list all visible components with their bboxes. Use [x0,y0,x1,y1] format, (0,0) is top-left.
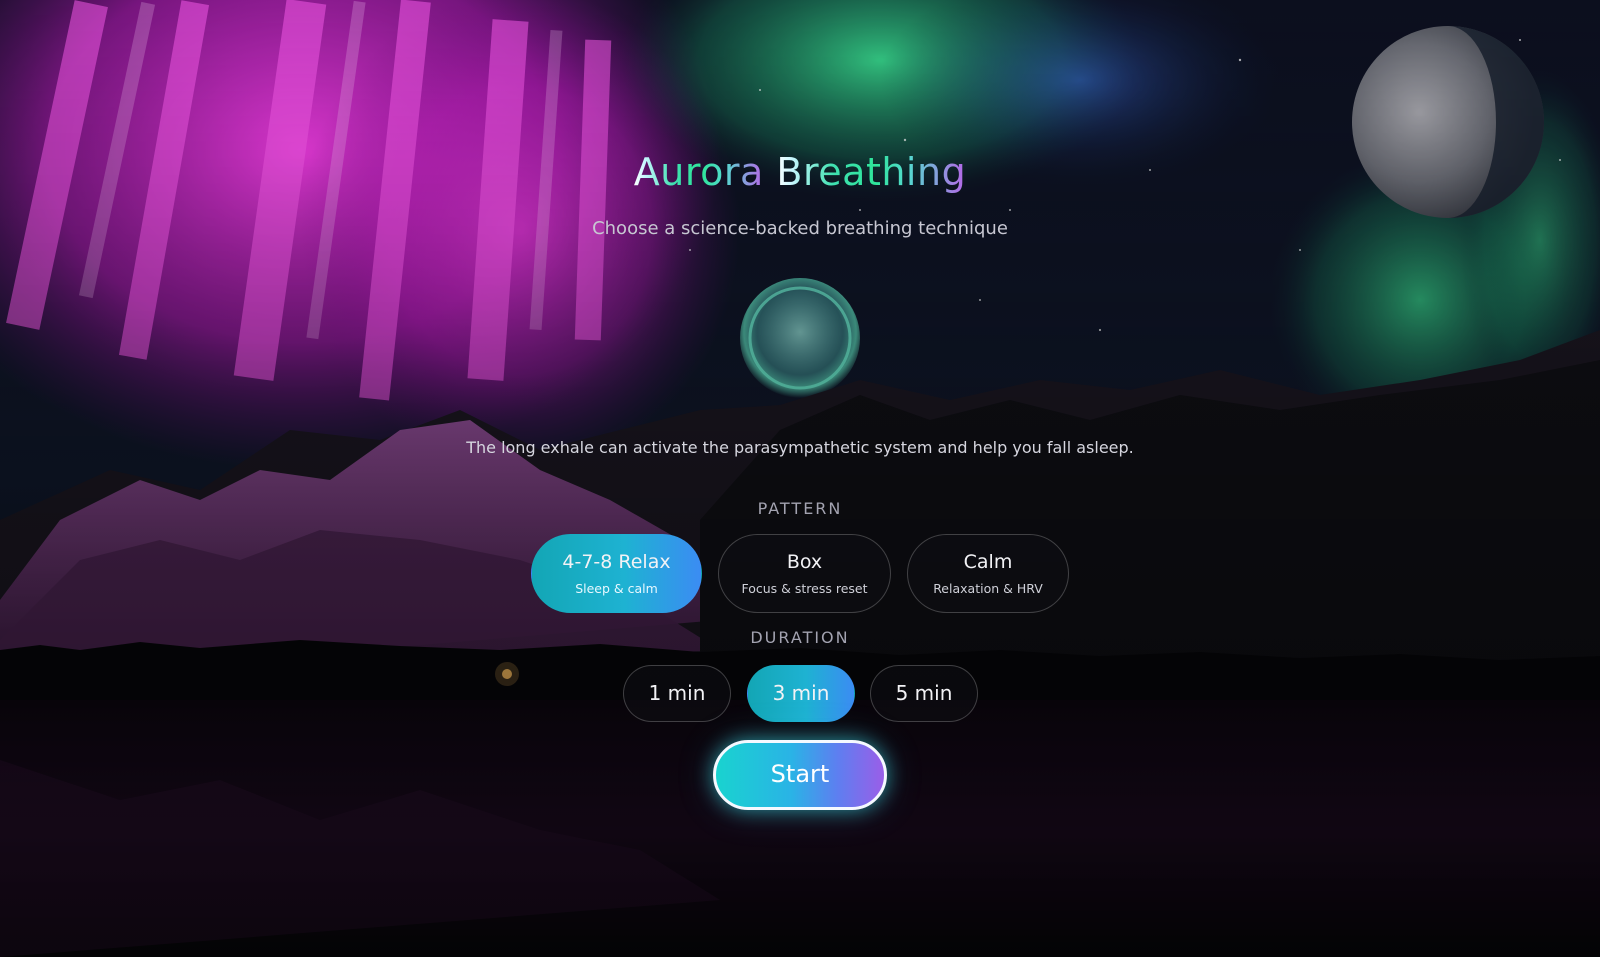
pattern-option-subtitle: Sleep & calm [575,581,658,596]
pattern-option-box[interactable]: Box Focus & stress reset [718,534,891,613]
duration-option-3-min[interactable]: 3 min [747,665,855,722]
pattern-option-subtitle: Relaxation & HRV [933,581,1043,596]
duration-option-5-min[interactable]: 5 min [870,665,978,722]
pattern-section-label: PATTERN [757,499,843,518]
pattern-option-name: Calm [963,551,1013,573]
pattern-option-4-7-8-relax[interactable]: 4-7-8 Relax Sleep & calm [531,534,702,613]
app-subtitle: Choose a science-backed breathing techni… [592,218,1008,239]
pattern-option-name: Box [786,551,823,573]
app-title-part1: Aurora [633,150,764,194]
pattern-option-name: 4-7-8 Relax [562,551,671,573]
app-title-part2: Breathing [776,150,967,194]
pattern-option-calm[interactable]: Calm Relaxation & HRV [907,534,1069,613]
breathing-setup-panel: Aurora Breathing Choose a science-backed… [0,0,1600,957]
start-button[interactable]: Start [713,740,887,810]
duration-section-label: DURATION [750,628,850,647]
duration-option-1-min[interactable]: 1 min [623,665,731,722]
pattern-option-subtitle: Focus & stress reset [741,581,868,596]
app-title: Aurora Breathing [0,150,1600,194]
pattern-description: The long exhale can activate the parasym… [466,438,1134,457]
